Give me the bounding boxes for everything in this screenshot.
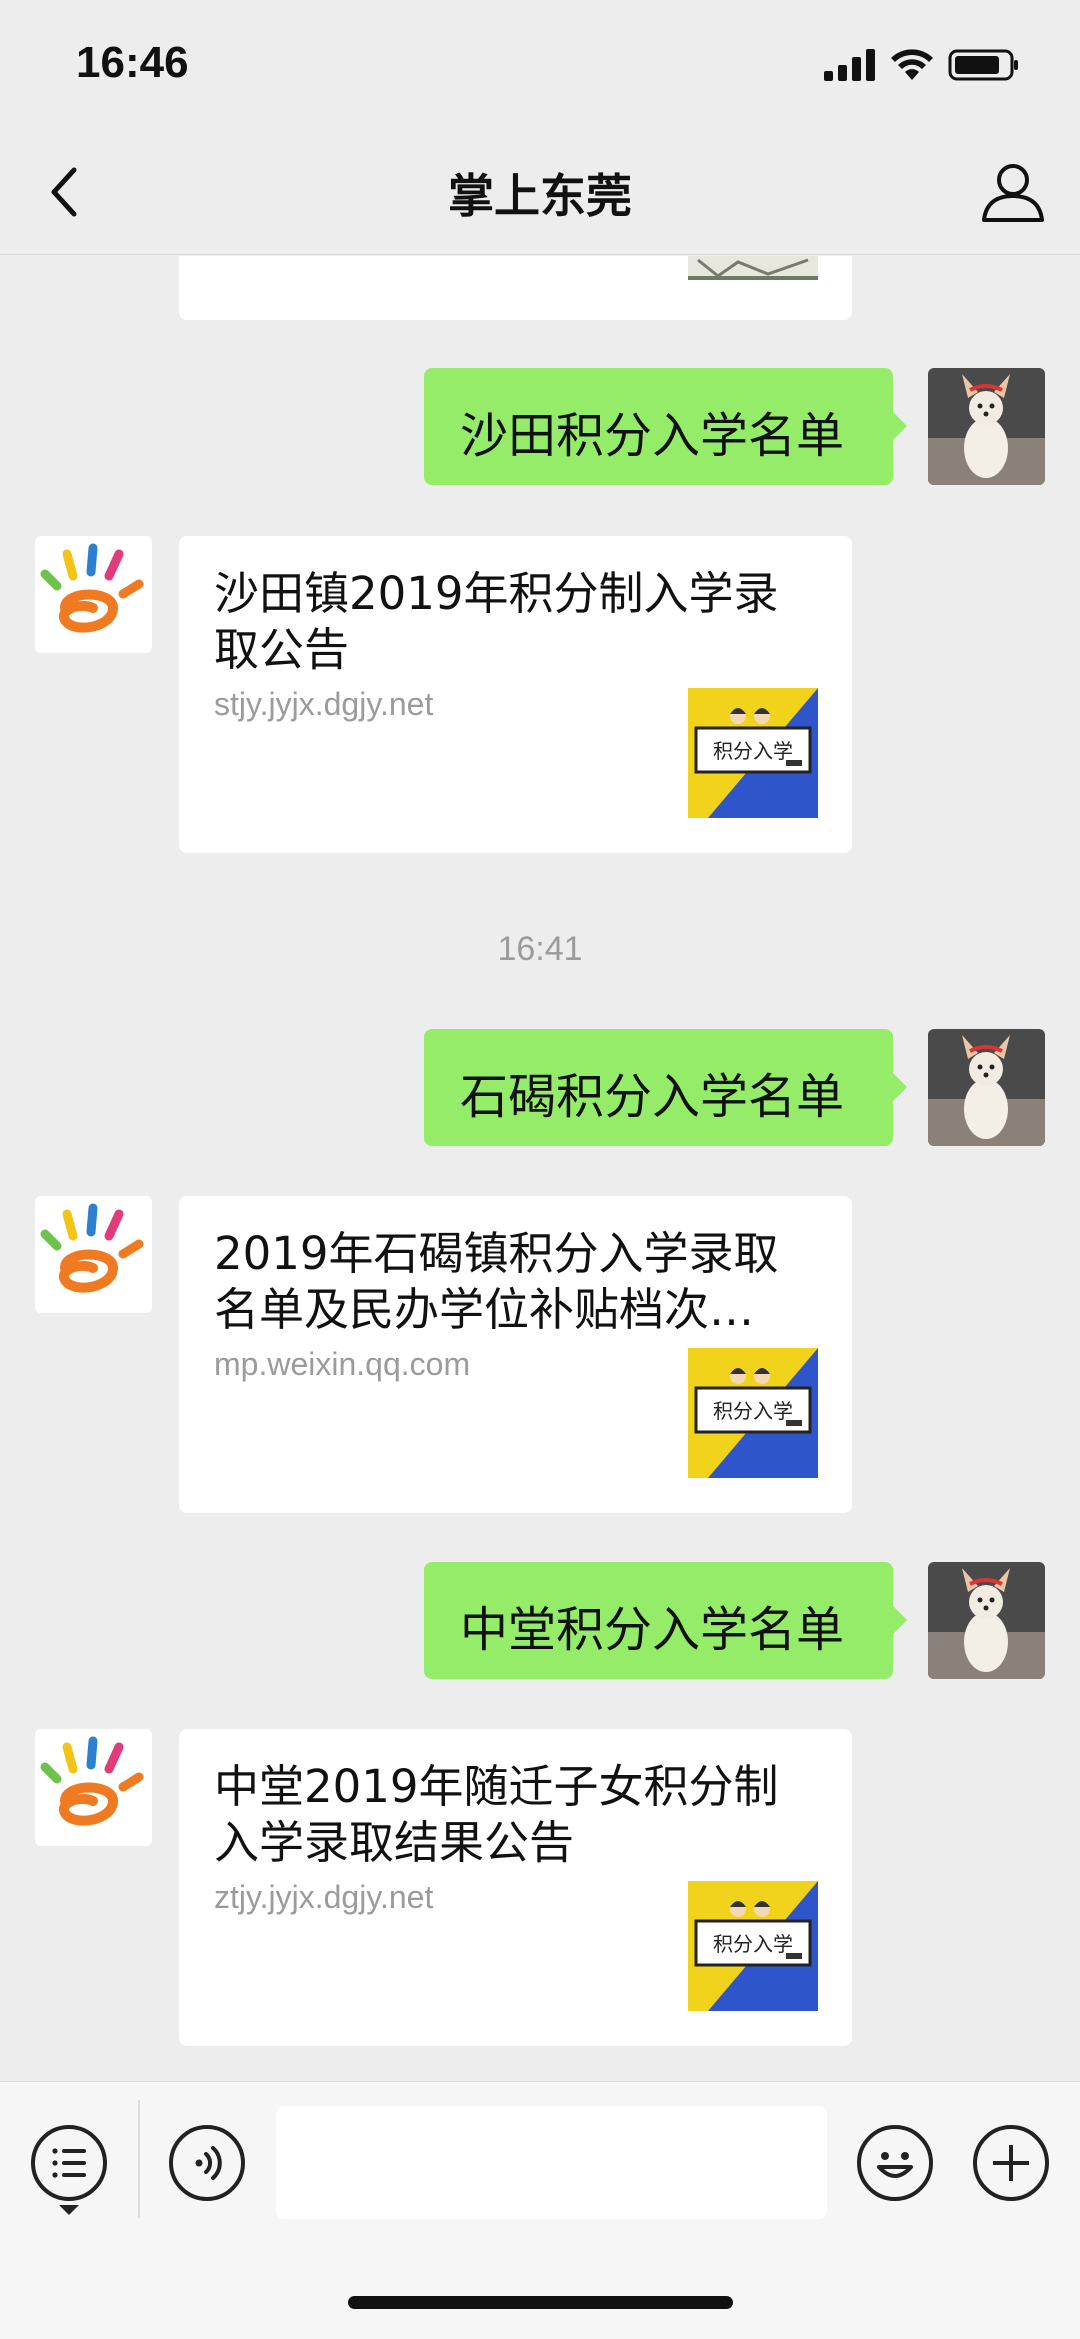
thumbnail-image: 积分入学 [688,688,818,818]
thumbnail-fragment [688,256,818,280]
voice-icon [195,2146,222,2180]
status-icons [824,48,1020,82]
card-thumbnail: 积分入学 [688,1348,818,1478]
outgoing-message[interactable]: 中堂积分入学名单 [424,1562,907,1679]
caret-down-icon [59,2205,79,2215]
bubble-tail [891,1071,907,1103]
chat-area[interactable]: 沙田积分入学名单 沙田镇2019年积分制入学录取公告 stjy.jyjx.dgj… [0,256,1080,2081]
partial-link-card[interactable] [179,256,852,320]
emoji-icon [877,2152,913,2178]
thumbnail-image: 积分入学 [688,1881,818,2011]
dog-avatar-icon [928,368,1045,485]
card-source: mp.weixin.qq.com [214,1346,471,1382]
dog-avatar-icon [928,1029,1045,1146]
signal-icon [824,49,875,81]
list-menu-icon [52,2148,86,2178]
avatar[interactable] [928,368,1045,485]
message-timestamp: 16:41 [497,930,583,968]
avatar[interactable] [35,536,152,653]
home-indicator [348,2296,733,2309]
message-text: 沙田积分入学名单 [460,408,845,464]
thumb-text: 积分入学 [713,739,793,763]
avatar[interactable] [928,1562,1045,1679]
plus-icon [993,2145,1029,2181]
outgoing-message[interactable]: 石碣积分入学名单 [424,1029,907,1146]
card-thumbnail: 积分入学 [688,688,818,818]
thumbnail-image: 积分入学 [688,1348,818,1478]
card-title: 沙田镇2019年积分制入学录取公告 [214,567,779,676]
wifi-icon [891,49,933,80]
chat-title: 掌上东莞 [448,170,632,222]
hand-logo-icon [35,536,152,653]
hand-logo-icon [35,1196,152,1313]
nav-bar: 掌上东莞 [0,140,1080,255]
avatar[interactable] [35,1729,152,1846]
outgoing-message[interactable]: 沙田积分入学名单 [424,368,907,485]
avatar[interactable] [35,1196,152,1313]
avatar[interactable] [928,1029,1045,1146]
thumb-text: 积分入学 [713,1399,793,1423]
card-thumbnail: 积分入学 [688,1881,818,2011]
message-input[interactable] [276,2106,827,2219]
plus-button[interactable] [973,2125,1049,2201]
bubble-tail [891,1604,907,1636]
voice-button[interactable] [169,2125,245,2201]
person-icon[interactable] [980,158,1046,224]
card-title: 2019年石碣镇积分入学录取名单及民办学位补贴档次… [214,1227,779,1336]
hand-logo-icon [35,1729,152,1846]
message-text: 中堂积分入学名单 [460,1602,845,1658]
link-card[interactable]: 沙田镇2019年积分制入学录取公告 stjy.jyjx.dgjy.net 积分入… [179,536,852,853]
menu-button[interactable] [31,2125,107,2201]
card-title: 中堂2019年随迁子女积分制入学录取结果公告 [214,1760,779,1869]
divider [138,2100,140,2218]
status-time: 16:46 [76,38,189,87]
bubble-tail [891,410,907,442]
link-card[interactable]: 2019年石碣镇积分入学录取名单及民办学位补贴档次… mp.weixin.qq.… [179,1196,852,1513]
card-source: ztjy.jyjx.dgjy.net [214,1879,434,1915]
emoji-button[interactable] [857,2125,933,2201]
message-text: 石碣积分入学名单 [460,1069,845,1125]
link-card[interactable]: 中堂2019年随迁子女积分制入学录取结果公告 ztjy.jyjx.dgjy.ne… [179,1729,852,2046]
card-source: stjy.jyjx.dgjy.net [214,686,434,722]
thumb-text: 积分入学 [713,1932,793,1956]
dog-avatar-icon [928,1562,1045,1679]
status-bar: 16:46 [0,0,1080,140]
battery-icon [948,49,1018,81]
input-bar [0,2081,1080,2339]
